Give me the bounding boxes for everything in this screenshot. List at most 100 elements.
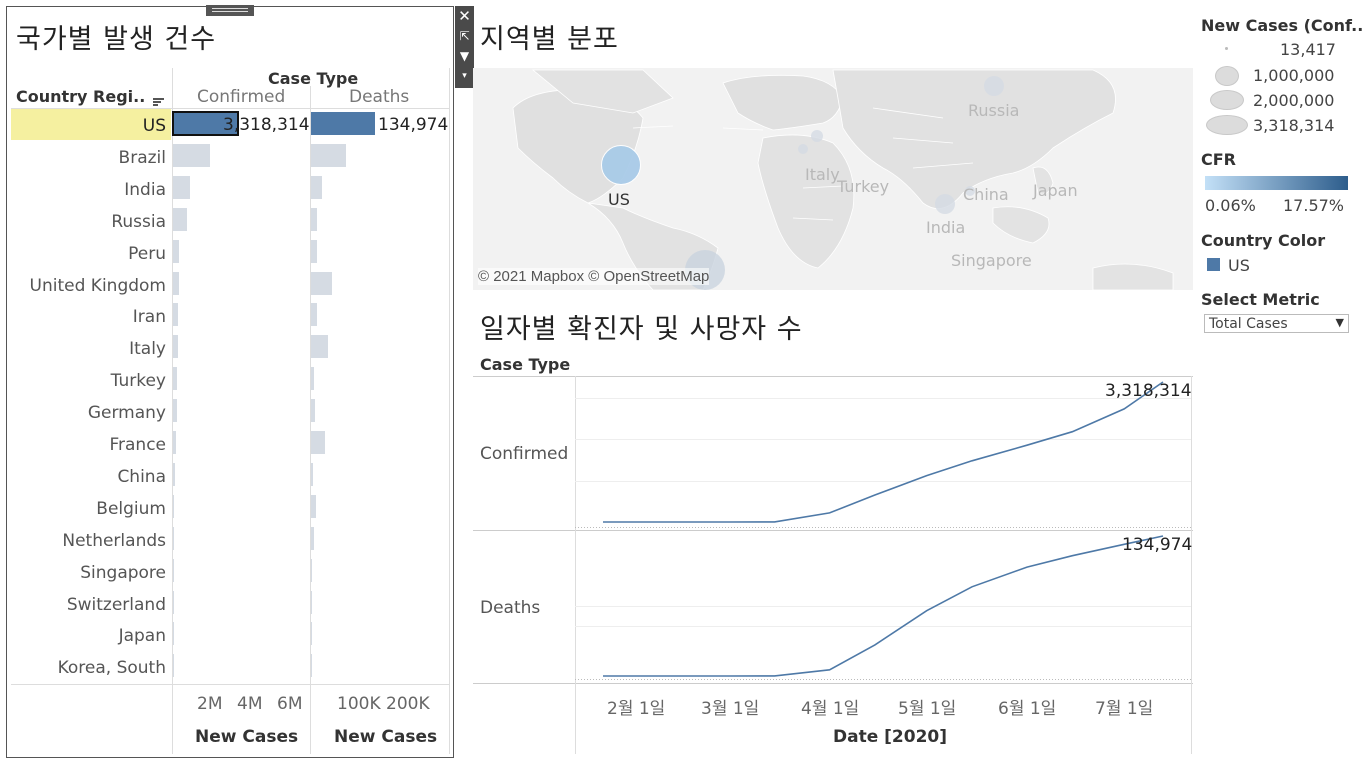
country-label[interactable]: Belgium bbox=[96, 499, 166, 519]
cfr-min: 0.06% bbox=[1205, 196, 1256, 215]
popout-icon[interactable]: ⇱ bbox=[455, 26, 474, 46]
deaths-bar[interactable] bbox=[311, 399, 316, 423]
size-legend-value: 2,000,000 bbox=[1253, 91, 1335, 110]
deaths-bar[interactable] bbox=[311, 175, 322, 199]
country-label[interactable]: Brazil bbox=[119, 148, 166, 168]
map-sheet-title: 지역별 분포 bbox=[480, 24, 619, 55]
confirmed-bar[interactable] bbox=[173, 622, 174, 646]
confirmed-axis-tick: 6M bbox=[277, 694, 303, 714]
world-map[interactable]: US Russia Italy Turkey China Japan India… bbox=[473, 68, 1193, 290]
divider bbox=[11, 684, 449, 685]
deaths-bar[interactable] bbox=[311, 112, 375, 135]
size-legend-mark bbox=[1210, 90, 1244, 110]
country-color-legend-title[interactable]: Country Color bbox=[1201, 231, 1325, 250]
country-label[interactable]: Singapore bbox=[80, 563, 166, 583]
confirmed-bar[interactable] bbox=[173, 526, 174, 550]
column-header-deaths: Deaths bbox=[349, 87, 410, 107]
country-label[interactable]: Turkey bbox=[111, 371, 166, 391]
close-icon[interactable]: ✕ bbox=[455, 6, 474, 26]
more-options-icon[interactable]: ▾ bbox=[455, 66, 474, 88]
deaths-bar[interactable] bbox=[311, 494, 316, 518]
deaths-bar[interactable] bbox=[311, 367, 314, 391]
country-label[interactable]: Italy bbox=[129, 339, 166, 359]
confirmed-bar[interactable] bbox=[173, 494, 175, 518]
confirmed-bar[interactable] bbox=[173, 462, 175, 486]
date-axis-tick: 3월 1일 bbox=[701, 699, 760, 719]
confirmed-bar[interactable] bbox=[173, 590, 174, 614]
deaths-bar[interactable] bbox=[311, 590, 312, 614]
country-label[interactable]: Switzerland bbox=[67, 595, 166, 615]
confirmed-axis-title: New Cases bbox=[195, 727, 299, 747]
deaths-bar[interactable] bbox=[311, 207, 317, 231]
map-label-turkey: Turkey bbox=[837, 177, 890, 196]
divider bbox=[449, 68, 450, 754]
deaths-bar[interactable] bbox=[311, 558, 312, 582]
confirmed-bar[interactable] bbox=[173, 654, 174, 678]
filter-icon[interactable]: ▼ bbox=[455, 46, 474, 66]
country-region-header-label: Country Regi.. bbox=[16, 87, 146, 106]
country-label[interactable]: Peru bbox=[128, 244, 166, 264]
deaths-bar[interactable] bbox=[311, 335, 328, 359]
confirmed-bar[interactable] bbox=[173, 367, 178, 391]
cfr-gradient bbox=[1205, 176, 1348, 190]
deaths-axis-tick: 100K bbox=[337, 694, 381, 714]
country-color-item[interactable]: US bbox=[1228, 256, 1250, 275]
confirmed-end-label: 3,318,314 bbox=[1105, 381, 1192, 401]
confirmed-bar[interactable] bbox=[173, 207, 188, 231]
deaths-bar[interactable] bbox=[311, 431, 326, 454]
country-label[interactable]: Korea, South bbox=[58, 658, 166, 678]
metric-title: Select Metric bbox=[1201, 290, 1320, 309]
metric-dropdown-value: Total Cases bbox=[1209, 316, 1288, 332]
map-mark[interactable] bbox=[935, 194, 955, 214]
map-label-china: China bbox=[963, 185, 1009, 204]
deaths-bar[interactable] bbox=[311, 654, 312, 678]
deaths-bar[interactable] bbox=[311, 303, 318, 327]
deaths-bar[interactable] bbox=[311, 271, 333, 295]
map-mark[interactable] bbox=[798, 144, 808, 154]
country-label[interactable]: Japan bbox=[119, 626, 166, 646]
country-color-swatch[interactable] bbox=[1207, 258, 1220, 271]
map-label-japan: Japan bbox=[1033, 181, 1078, 200]
sort-icon[interactable] bbox=[152, 92, 165, 106]
country-label[interactable]: Netherlands bbox=[62, 531, 166, 551]
confirmed-bar[interactable] bbox=[173, 558, 174, 582]
map-attribution[interactable]: © 2021 Mapbox © OpenStreetMap bbox=[478, 268, 710, 285]
confirmed-line[interactable] bbox=[603, 381, 1164, 523]
size-legend-value: 1,000,000 bbox=[1253, 66, 1335, 85]
deaths-bar[interactable] bbox=[311, 462, 314, 486]
confirmed-bar[interactable] bbox=[173, 303, 179, 327]
country-label[interactable]: France bbox=[109, 435, 166, 455]
confirmed-bar[interactable] bbox=[173, 431, 177, 454]
confirmed-bar[interactable] bbox=[173, 239, 180, 263]
map-mark-us[interactable] bbox=[601, 145, 641, 185]
map-mark[interactable] bbox=[811, 130, 823, 142]
size-legend-value: 3,318,314 bbox=[1253, 116, 1335, 135]
date-axis-tick: 7월 1일 bbox=[1095, 699, 1154, 719]
country-label[interactable]: China bbox=[117, 467, 166, 487]
country-label[interactable]: Germany bbox=[88, 403, 166, 423]
confirmed-bar[interactable] bbox=[173, 143, 210, 167]
deaths-end-label: 134,974 bbox=[1122, 535, 1193, 555]
drag-handle-grip bbox=[212, 11, 248, 12]
country-label[interactable]: India bbox=[124, 180, 166, 200]
map-mark[interactable] bbox=[984, 76, 1004, 96]
deaths-bar[interactable] bbox=[311, 239, 317, 263]
country-region-header[interactable]: Country Regi.. bbox=[16, 87, 165, 106]
country-label[interactable]: United Kingdom bbox=[30, 276, 166, 296]
size-legend-title[interactable]: New Cases (Conf.. bbox=[1201, 16, 1363, 35]
confirmed-bar[interactable] bbox=[173, 399, 177, 423]
metric-dropdown[interactable]: Total Cases ▼ bbox=[1204, 314, 1349, 333]
confirmed-bar[interactable] bbox=[173, 335, 178, 359]
confirmed-bar[interactable] bbox=[173, 175, 191, 199]
deaths-bar[interactable] bbox=[311, 622, 312, 646]
country-label[interactable]: US bbox=[143, 116, 166, 136]
deaths-bar[interactable] bbox=[311, 526, 314, 550]
date-axis-tick: 2월 1일 bbox=[607, 699, 666, 719]
confirmed-bar[interactable] bbox=[173, 271, 179, 295]
country-label[interactable]: Russia bbox=[111, 212, 166, 232]
us-deaths-data-label: 134,974 bbox=[378, 115, 449, 135]
chevron-down-icon[interactable]: ▼ bbox=[1336, 316, 1344, 329]
country-label[interactable]: Iran bbox=[133, 307, 166, 327]
cfr-legend-title[interactable]: CFR bbox=[1201, 150, 1236, 169]
deaths-bar[interactable] bbox=[311, 143, 346, 167]
